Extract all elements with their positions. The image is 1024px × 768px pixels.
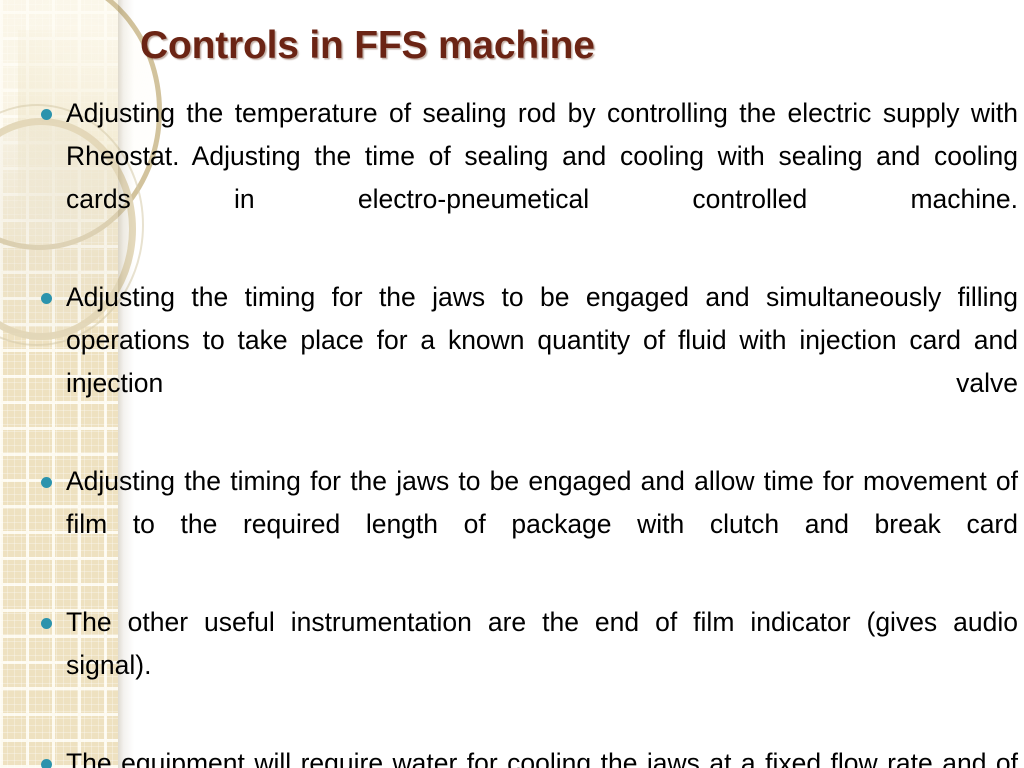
list-item: The other useful instrumentation are the… — [36, 601, 1018, 730]
bullet-dot-icon — [41, 618, 52, 629]
list-item-text: The other useful instrumentation are the… — [66, 607, 1018, 680]
bullet-dot-icon — [41, 109, 52, 120]
list-item-text: The equipment will require water for coo… — [66, 748, 1018, 768]
list-item-text: Adjusting the timing for the jaws to be … — [66, 466, 1018, 539]
list-item-text: Adjusting the temperature of sealing rod… — [66, 98, 1018, 214]
bullet-dot-icon — [41, 477, 52, 488]
list-item: Adjusting the temperature of sealing rod… — [36, 92, 1018, 264]
bullet-dot-icon — [41, 293, 52, 304]
bullet-dot-icon — [41, 759, 52, 768]
list-item: Adjusting the timing for the jaws to be … — [36, 460, 1018, 589]
list-item: The equipment will require water for coo… — [36, 742, 1018, 768]
list-item-text: Adjusting the timing for the jaws to be … — [66, 282, 1018, 398]
page-title: Controls in FFS machine — [140, 24, 595, 67]
slide: Controls in FFS machine Adjusting the te… — [0, 0, 1024, 768]
list-item: Adjusting the timing for the jaws to be … — [36, 276, 1018, 448]
bullet-list: Adjusting the temperature of sealing rod… — [36, 92, 1018, 768]
